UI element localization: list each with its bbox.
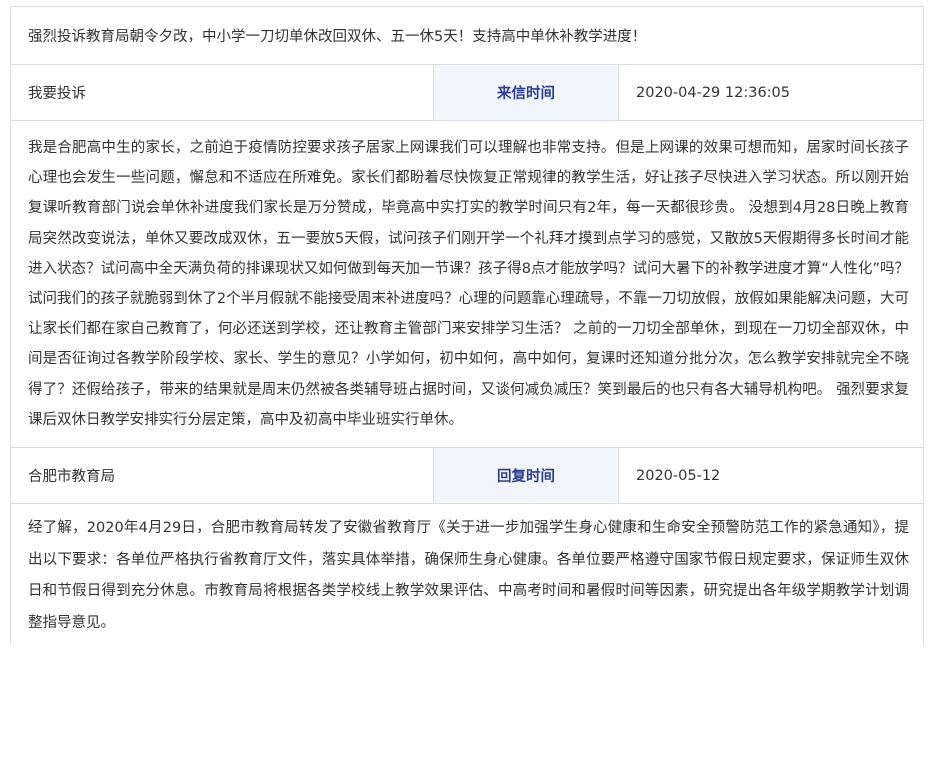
letter-sender: 我要投诉	[11, 65, 434, 120]
letter-title-row: 强烈投诉教育局朝令夕改，中小学一刀切单休改回双休、五一休5天！支持高中单休补教学…	[11, 7, 924, 65]
letter-title: 强烈投诉教育局朝令夕改，中小学一刀切单休改回双休、五一休5天！支持高中单休补教学…	[11, 7, 924, 64]
reply-responder: 合肥市教育局	[11, 448, 434, 504]
letter-body-row: 我是合肥高中生的家长，之前迫于疫情防控要求孩子居家上网课我们可以理解也非常支持。…	[11, 121, 924, 449]
reply-time-value: 2020-05-12	[619, 448, 924, 504]
letter-body: 我是合肥高中生的家长，之前迫于疫情防控要求孩子居家上网课我们可以理解也非常支持。…	[11, 121, 924, 448]
letter-table: 强烈投诉教育局朝令夕改，中小学一刀切单休改回双休、五一休5天！支持高中单休补教学…	[10, 6, 924, 646]
reply-body: 经了解，2020年4月29日，合肥市教育局转发了安徽省教育厅《关于进一步加强学生…	[11, 504, 924, 646]
reply-meta-row: 合肥市教育局 回复时间 2020-05-12	[11, 448, 924, 505]
reply-body-row: 经了解，2020年4月29日，合肥市教育局转发了安徽省教育厅《关于进一步加强学生…	[11, 504, 924, 646]
letter-meta-row: 我要投诉 来信时间 2020-04-29 12:36:05	[11, 65, 924, 121]
sent-time-label: 来信时间	[434, 65, 619, 120]
sent-time-value: 2020-04-29 12:36:05	[619, 65, 924, 120]
reply-time-label: 回复时间	[434, 448, 619, 504]
